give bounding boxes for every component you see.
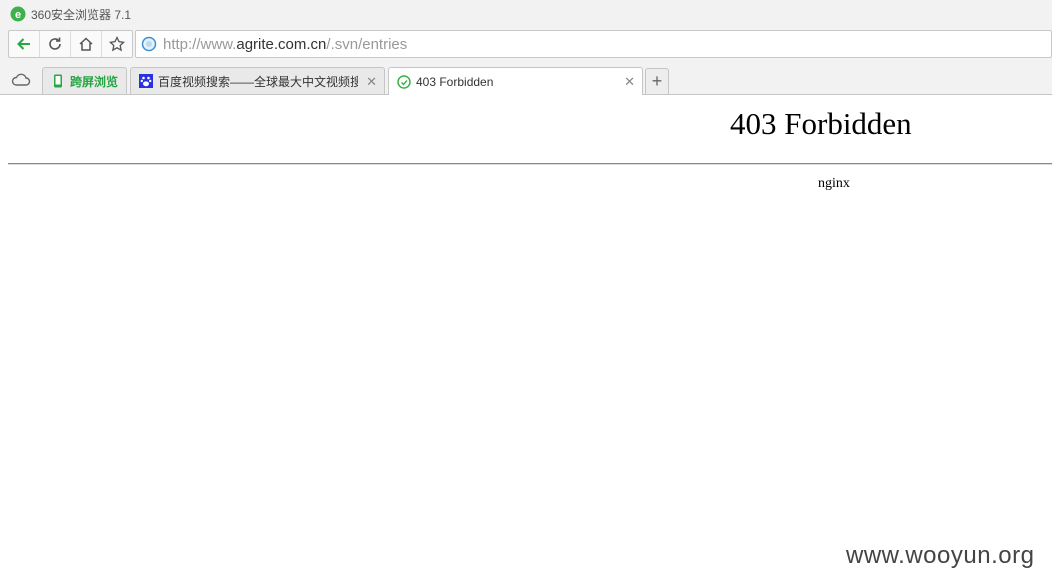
nav-buttons: [8, 30, 133, 58]
site-globe-icon: [141, 36, 157, 52]
error-heading: 403 Forbidden: [730, 106, 912, 141]
tab-cross-screen[interactable]: 跨屏浏览: [42, 67, 127, 94]
toolbar: http://www.agrite.com.cn/.svn/entries: [0, 28, 1052, 60]
url-path: /.svn/entries: [326, 35, 408, 53]
watermark: www.wooyun.org: [846, 542, 1035, 569]
url-prefix: http://www.: [163, 35, 237, 53]
url-host: agrite.com.cn: [236, 35, 327, 53]
refresh-icon: [49, 37, 61, 50]
horizontal-rule: [8, 163, 1052, 165]
close-tab-icon[interactable]: ✕: [624, 74, 635, 90]
back-button[interactable]: [9, 31, 40, 57]
browser-logo-icon: e: [10, 6, 26, 22]
cloud-icon[interactable]: [10, 72, 32, 88]
tab-label: 百度视频搜索——全球最大中文视频搜: [158, 74, 358, 89]
baidu-paw-icon: [139, 74, 153, 88]
back-arrow-icon: [17, 38, 30, 50]
close-tab-icon[interactable]: ✕: [366, 74, 377, 90]
tab-bar: 跨屏浏览 百度视频搜索——全球最大中文视频搜 ✕ 403 Forbidden ✕…: [0, 60, 1052, 95]
tab-label: 403 Forbidden: [416, 74, 494, 89]
refresh-button[interactable]: [40, 31, 71, 57]
url-text[interactable]: http://www.agrite.com.cn/.svn/entries: [163, 36, 407, 53]
star-icon: [109, 36, 125, 52]
window-title: 360安全浏览器 7.1: [31, 7, 132, 22]
tab-403-forbidden[interactable]: 403 Forbidden ✕: [388, 67, 643, 95]
home-icon: [79, 37, 93, 51]
home-button[interactable]: [71, 31, 102, 57]
bookmark-button[interactable]: [102, 31, 132, 57]
server-name: nginx: [818, 176, 850, 191]
page-content: 403 Forbidden nginx: [0, 95, 1052, 585]
plus-icon: +: [651, 71, 663, 91]
title-bar: e 360安全浏览器 7.1: [0, 0, 1052, 28]
address-bar[interactable]: http://www.agrite.com.cn/.svn/entries: [135, 30, 1052, 58]
tab-baidu-video[interactable]: 百度视频搜索——全球最大中文视频搜 ✕: [130, 67, 385, 94]
new-tab-button[interactable]: +: [645, 68, 669, 94]
svg-text:e: e: [15, 9, 21, 21]
tab-label: 跨屏浏览: [70, 74, 119, 89]
phone-icon: [54, 74, 62, 88]
loading-spinner-icon: [397, 74, 411, 89]
